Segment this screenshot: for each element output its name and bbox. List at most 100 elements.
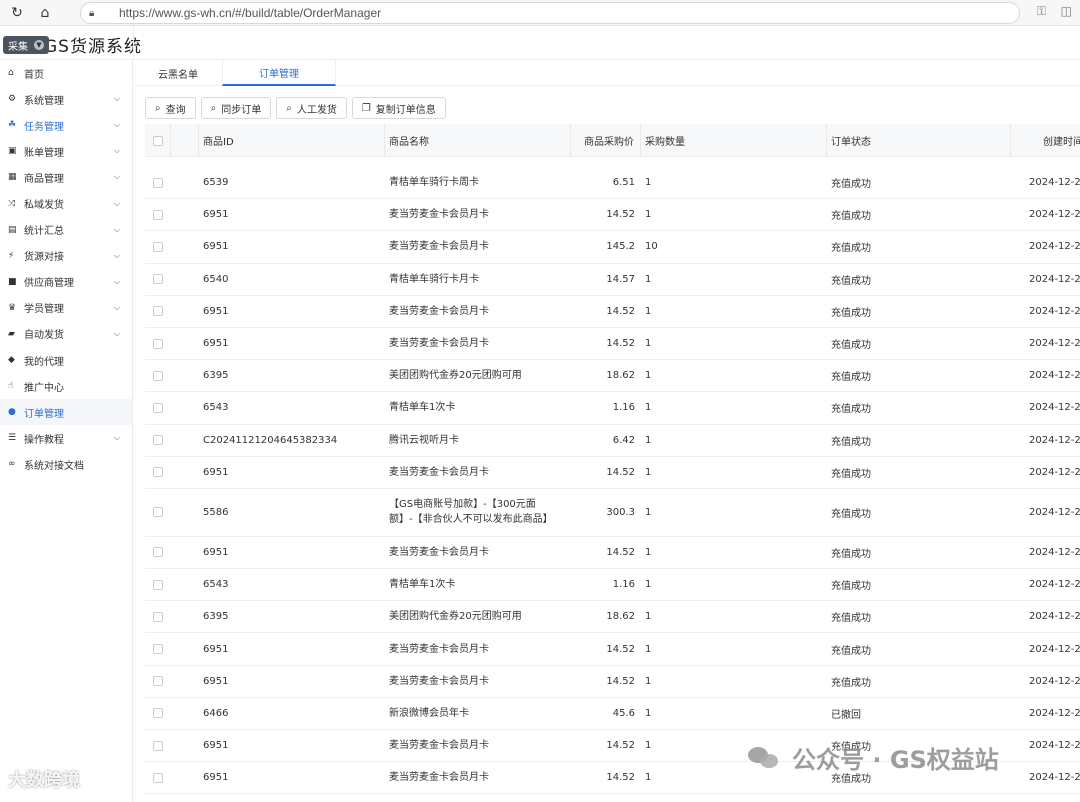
cell-product-name: 麦当劳麦金卡会员月卡	[389, 338, 489, 350]
cell-product-id: C20241121204645382334	[203, 434, 338, 446]
cell-qty: 1	[645, 546, 652, 558]
graduation-icon: ♛	[8, 302, 17, 313]
sidebar-item[interactable]: ∞ 系统对接文档	[0, 451, 132, 477]
copy-order-button[interactable]: ❐ 复制订单信息	[351, 97, 446, 119]
car-icon: ▰	[8, 328, 15, 339]
table-row[interactable]: 6951 麦当劳麦金卡会员月卡 145.2 10 充值成功 2024-12-20	[145, 231, 1080, 264]
sidebar-item[interactable]: ☘ 任务管理 ⌵	[0, 112, 132, 138]
key-icon[interactable]: ⚿	[1037, 4, 1046, 19]
url-text[interactable]: https://www.gs-wh.cn/#/build/table/Order…	[119, 6, 381, 20]
sync-label: 同步订单	[221, 104, 262, 116]
header-status[interactable]: 订单状态	[827, 124, 1011, 157]
sidebar-item[interactable]: ▰ 自动发货 ⌵	[0, 321, 132, 347]
header-product-name[interactable]: 商品名称	[385, 124, 571, 157]
row-checkbox[interactable]	[153, 209, 163, 220]
header-created[interactable]: 创建时间	[1011, 124, 1080, 157]
collect-button[interactable]: 采集 ▼	[3, 36, 49, 54]
row-checkbox[interactable]	[153, 370, 163, 381]
tab-blacklist[interactable]: 云黑名单	[134, 60, 222, 86]
cell-created: 2024-12-20	[1029, 273, 1080, 285]
table-row[interactable]: 6539 青桔单车骑行卡周卡 6.51 1 充值成功 2024-12-20	[145, 167, 1080, 200]
table-row[interactable]: 6395 美团团购代金券20元团购可用 18.62 1 充值成功 2024-12-20	[145, 360, 1080, 393]
table-header: 商品ID 商品名称 商品采购价 采购数量 订单状态 创建时间	[145, 124, 1080, 157]
row-checkbox[interactable]	[153, 338, 163, 349]
cell-price: 14.52	[606, 466, 635, 478]
sidebar-item[interactable]: ◆ 我的代理	[0, 347, 132, 373]
row-checkbox[interactable]	[153, 507, 163, 518]
cell-created: 2024-12-20	[1029, 177, 1080, 189]
sidebar-item[interactable]: ⚙ 系统管理 ⌵	[0, 86, 132, 112]
tab-label: 订单管理	[259, 68, 299, 80]
row-checkbox[interactable]	[153, 708, 163, 719]
address-bar[interactable]: 🔒︎ https://www.gs-wh.cn/#/build/table/Or…	[80, 2, 1020, 24]
sidebar-item[interactable]: ▦ 商品管理 ⌵	[0, 164, 132, 190]
tab-order-manager[interactable]: 订单管理	[222, 60, 336, 86]
cell-product-name: 美团团购代金券20元团购可用	[389, 611, 522, 623]
chevron-down-icon: ⌵	[113, 146, 120, 156]
table-row[interactable]: 6951 麦当劳麦金卡会员月卡 14.52 1 充值成功 2024-12-20	[145, 199, 1080, 232]
query-button[interactable]: ⌕ 查询	[145, 97, 196, 119]
row-checkbox[interactable]	[153, 579, 163, 590]
table-row[interactable]: 6466 新浪微博会员年卡 45.6 1 已撤回 2024-12-20	[145, 698, 1080, 730]
split-view-icon[interactable]: ◫	[1061, 4, 1072, 18]
header-price[interactable]: 商品采购价	[571, 124, 641, 157]
table-row[interactable]: 6951 麦当劳麦金卡会员月卡 14.52 1 充值成功 2024-12-20	[145, 457, 1080, 489]
cell-status: 充值成功	[831, 275, 871, 287]
table-row[interactable]: 6543 青桔单车1次卡 1.16 1 充值成功 2024-12-20	[145, 392, 1080, 425]
row-checkbox[interactable]	[153, 467, 163, 478]
cell-qty: 1	[645, 273, 652, 285]
select-all-checkbox[interactable]	[152, 135, 163, 146]
row-checkbox[interactable]	[153, 177, 163, 188]
cell-product-name: 青桔单车骑行卡月卡	[389, 273, 479, 285]
table-row[interactable]: 6543 青桔单车1次卡 1.16 1 充值成功 2024-12-20	[145, 569, 1080, 602]
sidebar-item[interactable]: ▤ 统计汇总 ⌵	[0, 217, 132, 243]
row-checkbox[interactable]	[153, 772, 163, 783]
manual-ship-button[interactable]: ⌕ 人工发货	[276, 97, 347, 119]
sidebar-item[interactable]: ⌂ 首页	[0, 60, 132, 86]
sidebar-item[interactable]: ⚡ 货源对接 ⌵	[0, 243, 132, 269]
table-row[interactable]: 6395 美团团购代金券20元团购可用 18.62 1 充值成功 2024-12-20	[145, 601, 1080, 634]
sidebar-item[interactable]: ♛ 学员管理 ⌵	[0, 295, 132, 321]
row-checkbox[interactable]	[153, 241, 163, 252]
row-checkbox[interactable]	[153, 644, 163, 655]
table-row[interactable]: 6951 麦当劳麦金卡会员月卡 14.52 1 充值成功 2024-12-20	[145, 666, 1080, 698]
table-row[interactable]: 6540 青桔单车骑行卡月卡 14.57 1 充值成功 2024-12-20	[145, 264, 1080, 296]
sidebar-item[interactable]: ● 订单管理	[0, 399, 132, 426]
cell-status: 充值成功	[831, 243, 871, 255]
table-row[interactable]: 6951 麦当劳麦金卡会员月卡 14.52 1 充值成功 2024-12-20	[145, 537, 1080, 570]
table-row[interactable]: 5586 【GS电商账号加款】-【300元面额】-【非合伙人不可以发布此商品】 30…	[145, 489, 1080, 537]
cell-price: 14.52	[606, 546, 635, 558]
sidebar-item[interactable]: ■ 供应商管理 ⌵	[0, 269, 132, 295]
row-checkbox[interactable]	[153, 402, 163, 413]
row-checkbox[interactable]	[153, 306, 163, 317]
row-select-cell	[145, 231, 171, 262]
table-row[interactable]: 6951 麦当劳麦金卡会员月卡 14.52 1 充值成功 2024-12-20	[145, 633, 1080, 666]
row-checkbox[interactable]	[153, 435, 163, 446]
row-checkbox[interactable]	[153, 611, 163, 622]
header-qty[interactable]: 采购数量	[641, 124, 827, 157]
cell-qty: 1	[645, 370, 652, 382]
reload-icon[interactable]: ↻	[6, 2, 28, 24]
row-checkbox[interactable]	[153, 274, 163, 285]
cell-price: 18.62	[606, 370, 635, 382]
sidebar-item-label: 推广中心	[24, 382, 64, 394]
sidebar-item[interactable]: ☰ 操作教程 ⌵	[0, 425, 132, 451]
cell-qty: 1	[645, 643, 652, 655]
chevron-down-icon: ⌵	[113, 328, 120, 338]
row-checkbox[interactable]	[153, 676, 163, 687]
sidebar-item[interactable]: ☝ 推广中心	[0, 373, 132, 399]
cell-price: 14.52	[606, 740, 635, 752]
cell-product-name: 麦当劳麦金卡会员月卡	[389, 740, 489, 752]
home-icon[interactable]: ⌂	[34, 2, 56, 24]
cell-product-name: 青桔单车1次卡	[389, 579, 456, 591]
table-row[interactable]: 6951 麦当劳麦金卡会员月卡 14.52 1 充值成功 2024-12-20	[145, 328, 1080, 361]
sync-orders-button[interactable]: ⌕ 同步订单	[200, 97, 272, 119]
cell-created: 2024-12-20	[1029, 305, 1080, 317]
sidebar-item[interactable]: ▣ 账单管理 ⌵	[0, 138, 132, 164]
row-checkbox[interactable]	[153, 740, 163, 751]
sidebar-item[interactable]: ⤨ 私域发货 ⌵	[0, 190, 132, 216]
table-row[interactable]: C20241121204645382334 腾讯云视听月卡 6.42 1 充值成功 202…	[145, 425, 1080, 457]
row-checkbox[interactable]	[153, 547, 163, 558]
header-product-id[interactable]: 商品ID	[199, 124, 385, 157]
table-row[interactable]: 6951 麦当劳麦金卡会员月卡 14.52 1 充值成功 2024-12-20	[145, 296, 1080, 328]
